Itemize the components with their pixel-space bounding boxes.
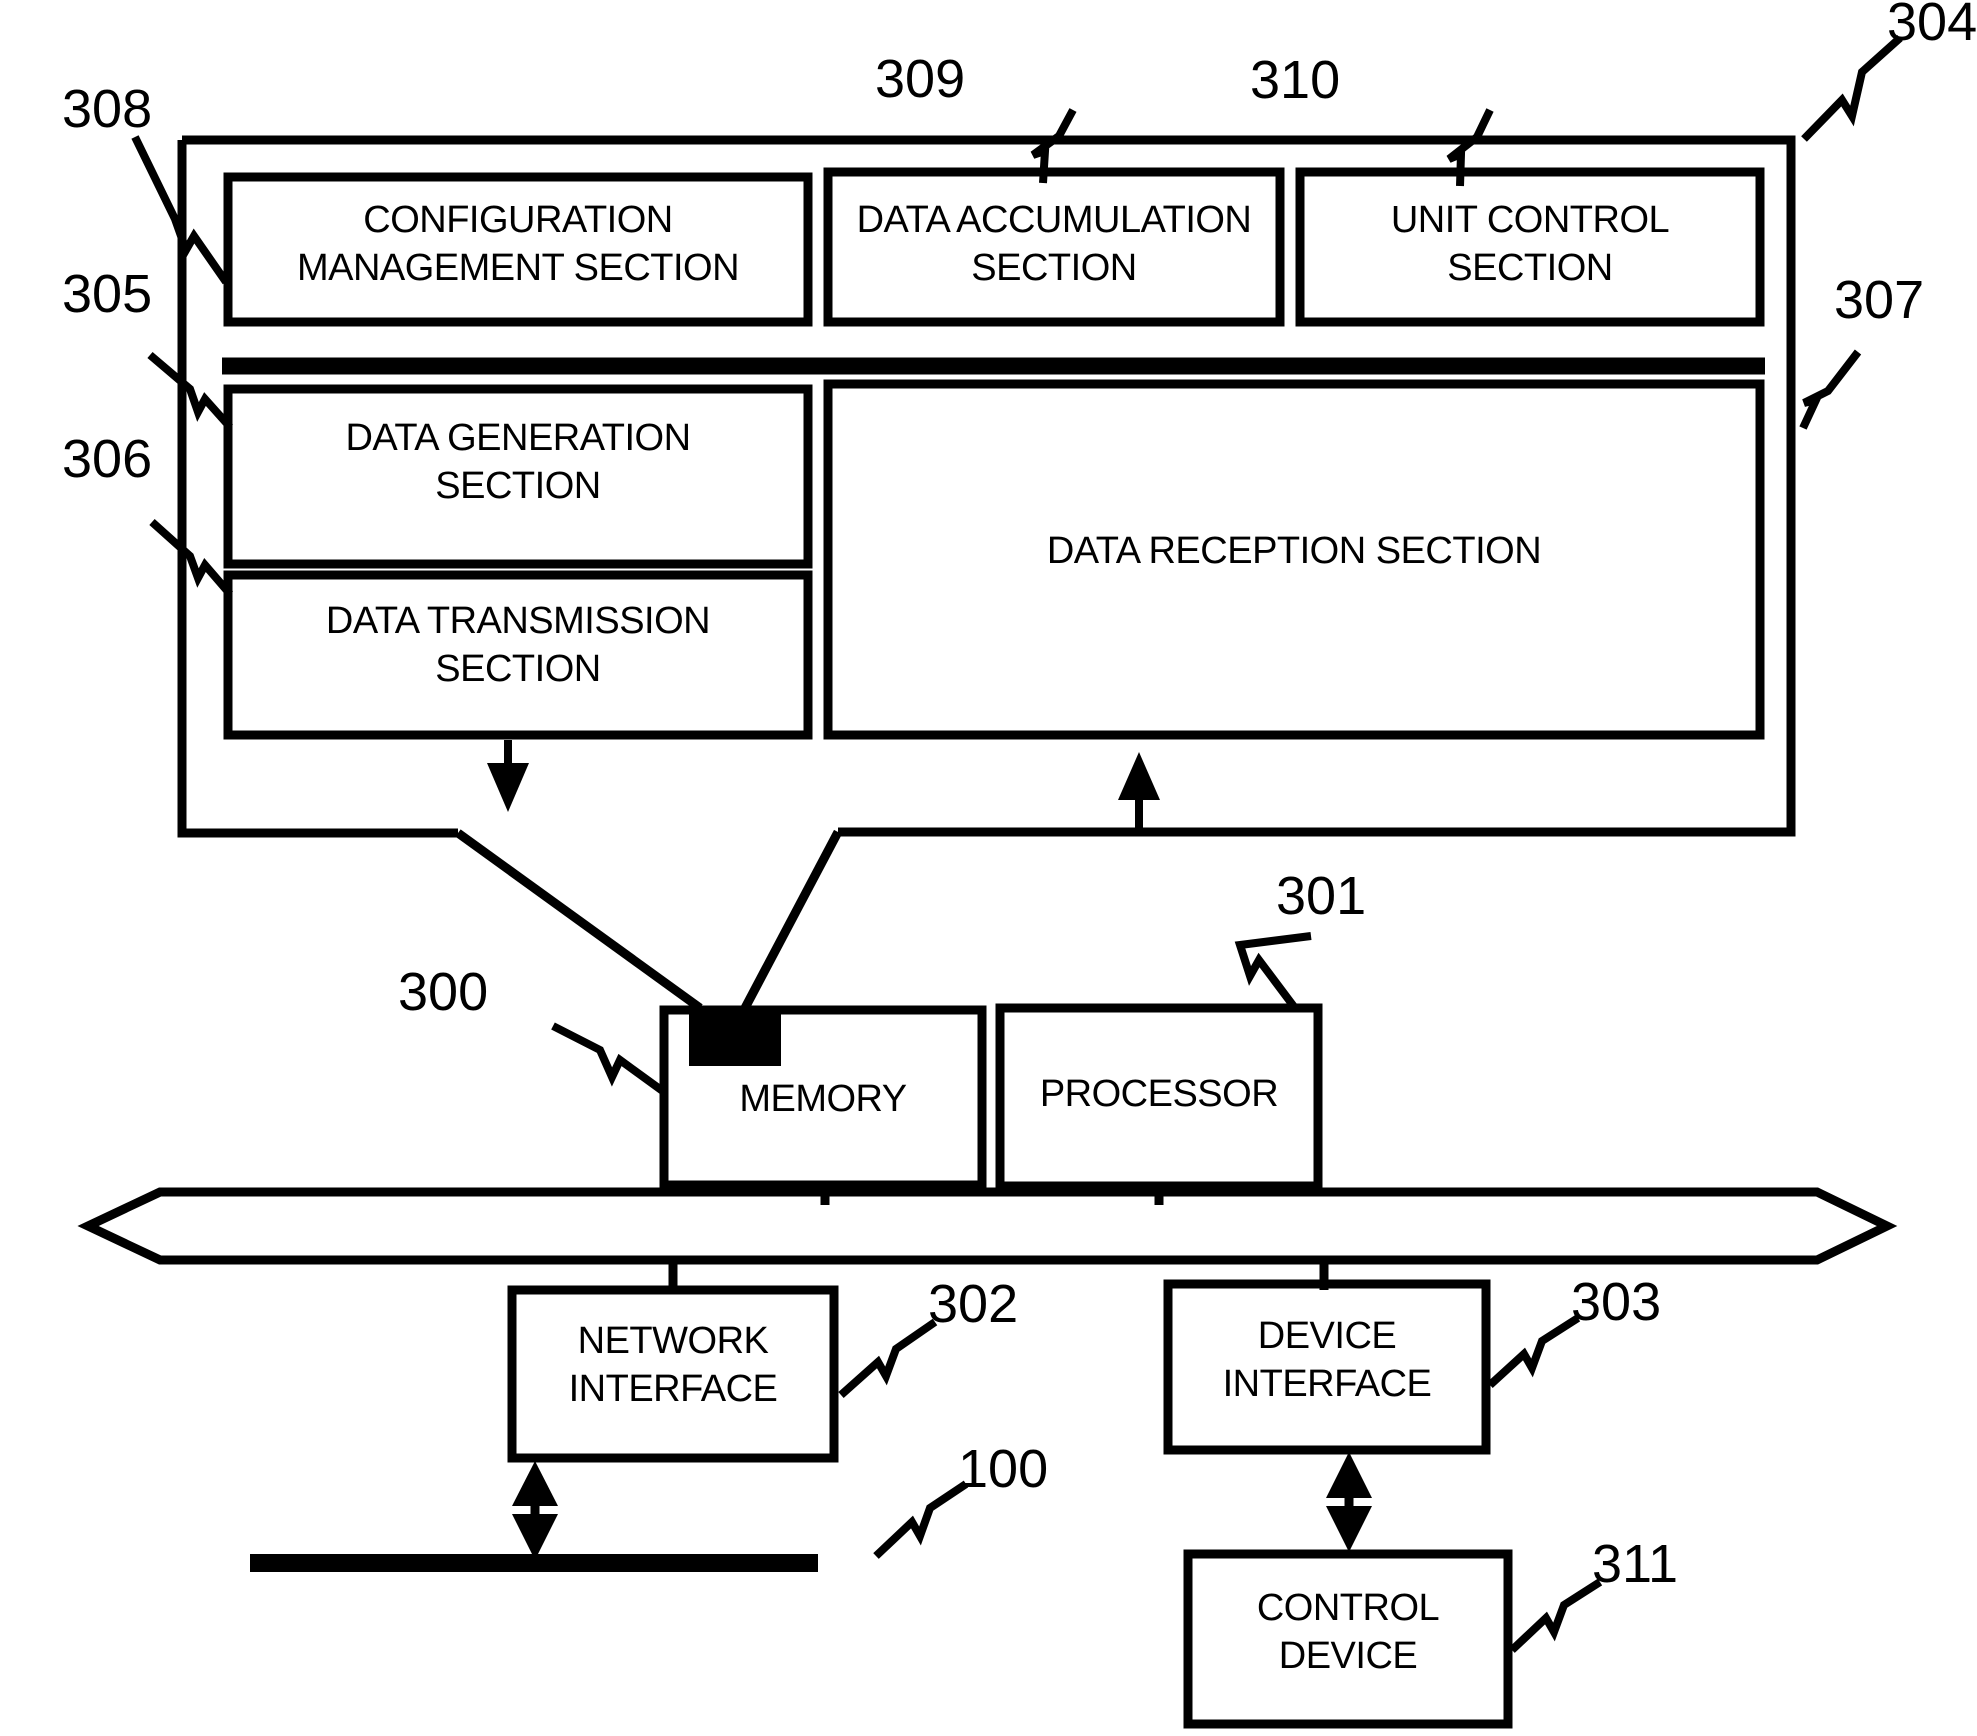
ref-306: 306 — [62, 429, 152, 489]
leader-306 — [149, 519, 234, 597]
ref-310: 310 — [1250, 50, 1340, 110]
ref-302: 302 — [928, 1274, 1018, 1334]
ref-300: 300 — [398, 962, 488, 1022]
memory-label: MEMORY — [739, 1078, 906, 1120]
ref-303: 303 — [1571, 1272, 1661, 1332]
leader-307 — [1799, 349, 1862, 430]
data-accumulation-label-line1: DATA ACCUMULATION — [857, 199, 1252, 241]
outer-unit-boundary — [182, 135, 1796, 837]
arrow-reception-up — [1118, 752, 1160, 828]
ref-304: 304 — [1887, 0, 1977, 52]
arrow-network-bidirectional — [512, 1461, 558, 1560]
system-bus — [77, 1187, 1898, 1265]
arrow-transmission-down — [487, 740, 529, 812]
data-generation-label-line2: SECTION — [435, 465, 600, 507]
patent-figure-canvas: CONFIGURATION MANAGEMENT SECTION DATA AC… — [0, 0, 1977, 1736]
network-interface-label-line1: NETWORK — [578, 1320, 769, 1362]
control-device-label-line2: DEVICE — [1279, 1635, 1417, 1677]
lead-reception-to-memory — [741, 829, 842, 1011]
memory-program-region — [689, 1010, 781, 1066]
network-interface-label-line2: INTERFACE — [569, 1368, 778, 1410]
control-device-label-line1: CONTROL — [1257, 1587, 1439, 1629]
ref-309: 309 — [875, 49, 965, 109]
processor-label: PROCESSOR — [1040, 1073, 1278, 1115]
data-transmission-label-line1: DATA TRANSMISSION — [326, 600, 710, 642]
leader-100 — [873, 1480, 969, 1559]
data-accumulation-label-line2: SECTION — [971, 247, 1136, 289]
ref-100: 100 — [958, 1439, 1048, 1499]
configuration-management-label-line1: CONFIGURATION — [363, 199, 672, 241]
ref-305: 305 — [62, 264, 152, 324]
unit-control-label-line2: SECTION — [1447, 247, 1612, 289]
leader-303 — [1487, 1314, 1581, 1388]
leader-304 — [1801, 35, 1903, 142]
arrow-control-device-bidirectional — [1326, 1452, 1372, 1552]
leader-302 — [838, 1318, 938, 1398]
ref-301: 301 — [1276, 866, 1366, 926]
outer-unit-boundary-left — [177, 140, 458, 838]
data-reception-label: DATA RECEPTION SECTION — [1047, 530, 1541, 572]
data-transmission-label-line2: SECTION — [435, 648, 600, 690]
leader-311 — [1509, 1578, 1603, 1653]
device-interface-label-line1: DEVICE — [1258, 1315, 1396, 1357]
device-interface-label-line2: INTERFACE — [1223, 1363, 1432, 1405]
diagram-svg: CONFIGURATION MANAGEMENT SECTION DATA AC… — [62, 0, 1977, 1729]
leader-305 — [147, 351, 233, 430]
unit-control-label-line1: UNIT CONTROL — [1391, 199, 1669, 241]
leader-301 — [1234, 932, 1312, 1011]
data-generation-label-line1: DATA GENERATION — [345, 417, 690, 459]
configuration-management-label-line2: MANAGEMENT SECTION — [297, 247, 739, 289]
ref-311: 311 — [1592, 1534, 1678, 1594]
ref-308: 308 — [62, 79, 152, 139]
ref-307: 307 — [1834, 270, 1924, 330]
leader-300 — [551, 1022, 667, 1096]
lead-transmission-to-memory — [455, 829, 703, 1012]
